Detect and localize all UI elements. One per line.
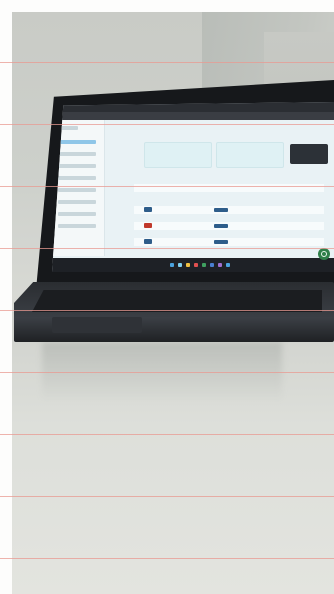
row-chip [144, 239, 152, 244]
row-pill [214, 224, 228, 228]
os-taskbar [52, 258, 334, 272]
ruled-line [0, 372, 334, 373]
sidebar-item [58, 140, 96, 144]
laptop-touchpad [52, 317, 142, 333]
taskbar-icon [186, 263, 190, 267]
browser-address-bar [52, 112, 334, 120]
sidebar-item [58, 224, 96, 228]
photo [12, 12, 334, 594]
laptop-keyboard [32, 290, 322, 312]
sidebar-item [58, 188, 96, 192]
taskbar-icon [226, 263, 230, 267]
ruled-line [0, 248, 334, 249]
sidebar-item [58, 176, 96, 180]
taskbar-icon [218, 263, 222, 267]
table-row [134, 238, 324, 246]
whatsapp-icon [318, 248, 330, 260]
sidebar-item [58, 152, 96, 156]
ruled-line [0, 310, 334, 311]
stat-card [216, 142, 284, 168]
sidebar-item [58, 212, 96, 216]
scanned-photo-page [0, 0, 334, 594]
taskbar-icon [170, 263, 174, 267]
taskbar-icon [202, 263, 206, 267]
row-chip [144, 223, 152, 228]
ruled-line [0, 558, 334, 559]
table-row [134, 222, 324, 230]
sidebar-item [58, 200, 96, 204]
taskbar-icon [194, 263, 198, 267]
action-button [290, 144, 328, 164]
ruled-line [0, 496, 334, 497]
ruled-line [0, 434, 334, 435]
ruled-line [0, 186, 334, 187]
table-row [134, 206, 324, 214]
ruled-line [0, 124, 334, 125]
row-pill [214, 208, 228, 212]
row-chip [144, 207, 152, 212]
row-pill [214, 240, 228, 244]
stat-card [144, 142, 212, 168]
sidebar-item [58, 164, 96, 168]
laptop-screen [52, 102, 334, 272]
taskbar-icon [178, 263, 182, 267]
taskbar-icon [210, 263, 214, 267]
ruled-line [0, 62, 334, 63]
